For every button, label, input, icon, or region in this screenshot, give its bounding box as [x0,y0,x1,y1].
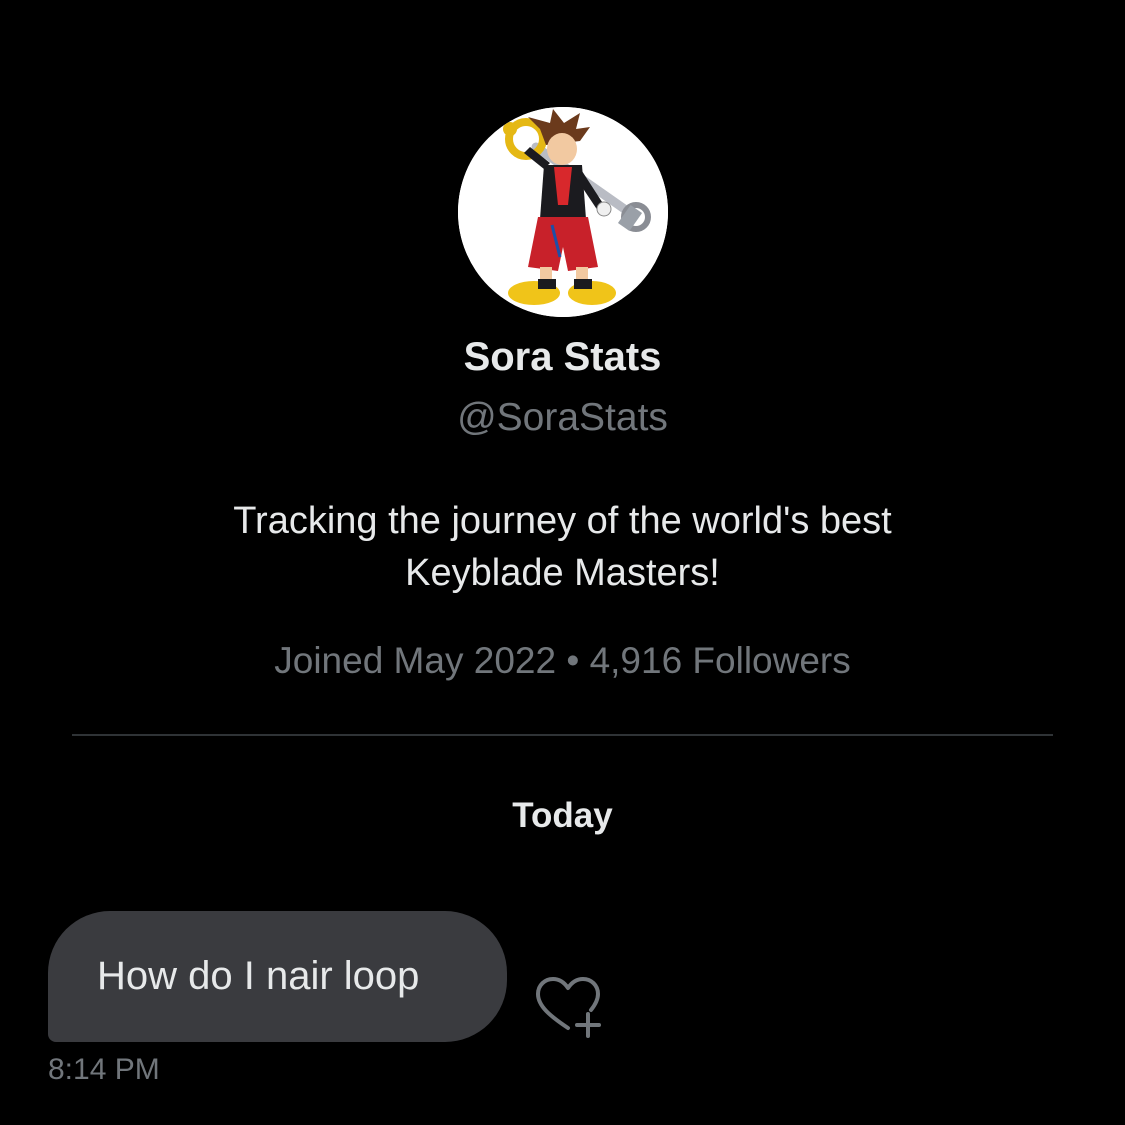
profile-bio: Tracking the journey of the world's best… [0,495,1125,599]
profile-meta: Joined May 2022 • 4,916 Followers [274,640,851,681]
message-text: How do I nair loop [97,954,420,998]
user-handle[interactable]: @SoraStats [0,393,1125,443]
avatar-image [458,107,668,317]
display-name[interactable]: Sora Stats [0,332,1125,382]
date-separator: Today [512,796,613,835]
divider [72,734,1053,736]
bio-line: Tracking the journey of the world's best [233,500,892,542]
message-bubble[interactable]: How do I nair loop [48,911,507,1042]
message-timestamp: 8:14 PM [48,1053,160,1086]
add-reaction-button[interactable] [528,970,608,1042]
avatar[interactable] [458,107,668,317]
bio-line: Keyblade Masters! [405,552,720,594]
heart-plus-icon [536,977,601,1038]
